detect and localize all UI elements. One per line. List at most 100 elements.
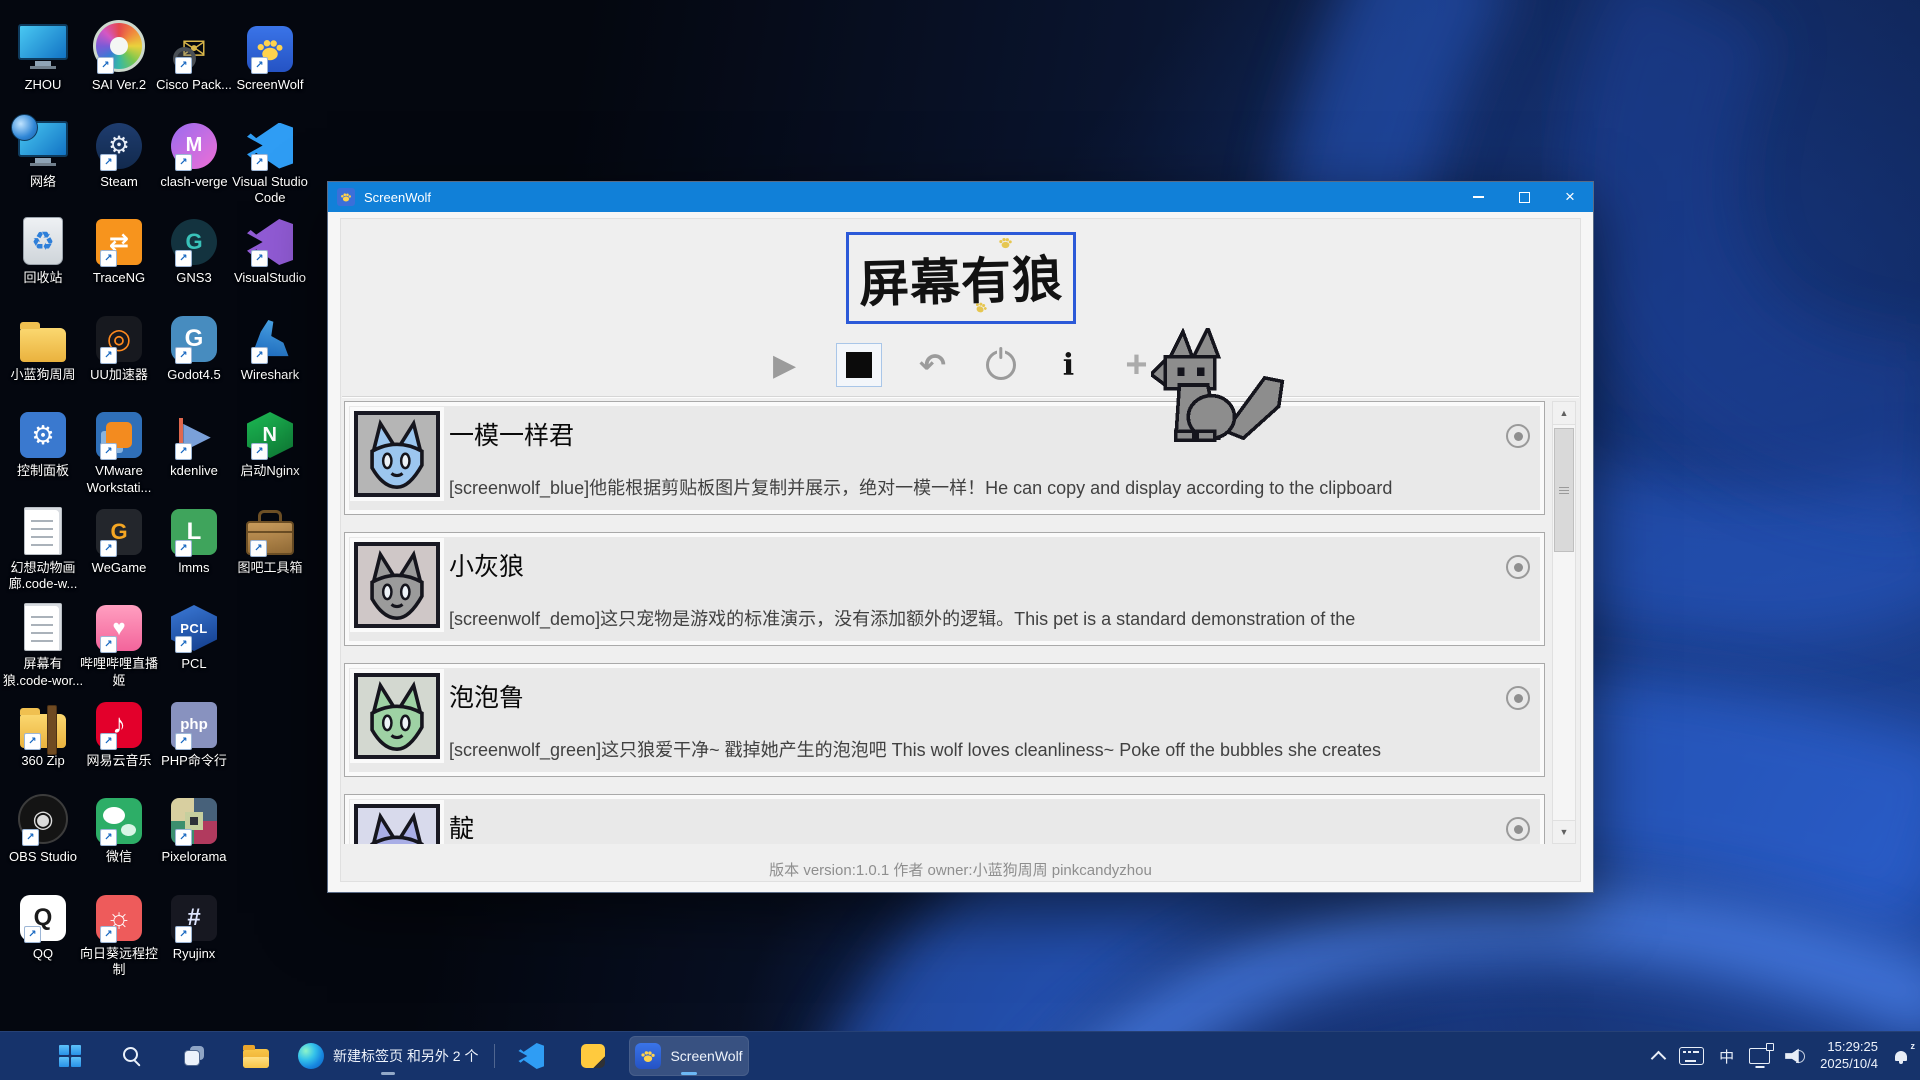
scrollbar-thumb[interactable] <box>1554 428 1574 552</box>
pet-select-radio[interactable] <box>1506 555 1530 579</box>
edge-taskbar-button[interactable]: 新建标签页 和另外 2 个 <box>292 1036 484 1076</box>
desktop-icon-wegame[interactable]: G↗WeGame <box>76 497 162 577</box>
volume-icon[interactable] <box>1785 1048 1805 1064</box>
add-button[interactable]: + <box>1120 343 1154 387</box>
desktop-icon-bilibili-live[interactable]: ♥↗哔哩哔哩直播姬 <box>76 593 162 690</box>
desktop-icon-screenwolf[interactable]: ↗ScreenWolf <box>227 14 313 94</box>
desktop-icon-lmms[interactable]: L↗lmms <box>151 497 237 577</box>
desktop-icon-vscode[interactable]: ↗Visual Studio Code <box>227 111 313 208</box>
minimize-button[interactable] <box>1455 182 1501 212</box>
ime-indicator[interactable]: 中 <box>1719 1046 1734 1067</box>
desktop-icon-tuba-toolbox[interactable]: ↗图吧工具箱 <box>227 497 313 577</box>
pet-select-radio[interactable] <box>1506 424 1530 448</box>
close-button[interactable]: × <box>1547 182 1593 212</box>
desktop-icon-fantasy-gallery-workspace[interactable]: 幻想动物画廊.code-w... <box>0 497 86 594</box>
desktop-icon-traceng[interactable]: ⇄↗TraceNG <box>76 207 162 287</box>
task-view-button[interactable] <box>168 1036 220 1076</box>
pet-description: [screenwolf_green]这只狼爱干净~ 戳掉她产生的泡泡吧 This… <box>449 736 1508 762</box>
desktop-icon-godot[interactable]: G↗Godot4.5 <box>151 304 237 384</box>
scroll-up-button[interactable]: ▲ <box>1553 402 1575 425</box>
desktop-icon-network[interactable]: 网络 <box>0 111 86 191</box>
pet-description: [screenwolf_demo]这只宠物是游戏的标准演示，没有添加额外的逻辑。… <box>449 605 1508 631</box>
pet-name: 靛 <box>449 809 474 844</box>
screenwolf-taskbar-button[interactable]: ScreenWolf <box>629 1036 748 1076</box>
desktop-icon-label: 网易云音乐 <box>86 753 151 770</box>
tray-chevron-up-icon[interactable] <box>1651 1051 1667 1067</box>
desktop-icon-recycle-bin[interactable]: ♻回收站 <box>0 207 86 287</box>
window-titlebar[interactable]: ScreenWolf × <box>328 182 1593 212</box>
desktop-icon-label: Wireshark <box>241 367 300 384</box>
search-button[interactable] <box>106 1036 158 1076</box>
desktop-icon-xiaolangou-folder[interactable]: 小蓝狗周周 <box>0 304 86 384</box>
pet-row[interactable]: 泡泡鲁 [screenwolf_green]这只狼爱干净~ 戳掉她产生的泡泡吧 T… <box>344 663 1545 777</box>
desktop-icon-label: QQ <box>33 946 53 963</box>
info-button[interactable]: i <box>1052 343 1086 387</box>
undo-button[interactable]: ↶ <box>916 343 950 387</box>
shortcut-arrow-icon: ↗ <box>175 57 192 74</box>
desktop-icon-sai[interactable]: ↗SAI Ver.2 <box>76 14 162 94</box>
start-button[interactable] <box>44 1036 96 1076</box>
desktop-icon-wireshark[interactable]: ↗ Wireshark <box>227 304 313 384</box>
desktop-icon-wechat[interactable]: ↗微信 <box>76 786 162 866</box>
desktop-icon-cisco-packet-tracer[interactable]: ✉↗Cisco Pack... <box>151 14 237 94</box>
desktop-icon-label: 360 Zip <box>21 753 64 770</box>
pet-row[interactable]: 小灰狼[screenwolf_demo]这只宠物是游戏的标准演示，没有添加额外的… <box>344 532 1545 646</box>
file-explorer-button[interactable] <box>230 1036 282 1076</box>
vscode-taskbar-button[interactable] <box>505 1036 557 1076</box>
desktop-icon-gns3[interactable]: G↗GNS3 <box>151 207 237 287</box>
desktop-icon-vmware-workstation[interactable]: ↗VMware Workstati... <box>76 400 162 497</box>
desktop-icon-zhou[interactable]: ZHOU <box>0 14 86 94</box>
desktop-icon-control-panel[interactable]: ⚙控制面板 <box>0 400 86 480</box>
play-button[interactable]: ▶ <box>768 343 802 387</box>
desktop-icon-360-zip[interactable]: ↗ 360 Zip <box>0 690 86 770</box>
desktop-icon-nginx-start[interactable]: N↗启动Nginx <box>227 400 313 480</box>
power-button[interactable] <box>984 343 1018 387</box>
touch-keyboard-icon[interactable] <box>1679 1047 1704 1065</box>
desktop-icon-php-cli[interactable]: php↗PHP命令行 <box>151 690 237 770</box>
screenwolf-paw-icon <box>337 188 355 206</box>
wireshark-icon: ↗ <box>247 304 293 362</box>
desktop-icon-qq[interactable]: Q↗QQ <box>0 883 86 963</box>
desktop-icon-clash-verge[interactable]: M↗clash-verge <box>151 111 237 191</box>
desktop-icon-pixelorama[interactable]: ↗Pixelorama <box>151 786 237 866</box>
shortcut-arrow-icon: ↗ <box>97 57 114 74</box>
desktop-icon-screenwolf-workspace[interactable]: 屏幕有狼.code-wor... <box>0 593 86 690</box>
shortcut-arrow-icon: ↗ <box>100 733 117 750</box>
desktop-icon-label: 屏幕有狼.code-wor... <box>0 656 86 690</box>
stop-button[interactable] <box>836 343 882 387</box>
pet-select-radio[interactable] <box>1506 817 1530 841</box>
shortcut-arrow-icon: ↗ <box>24 733 41 750</box>
pet-row[interactable]: 一模一样君[screenwolf_blue]他能根据剪贴板图片复制并展示，绝对一… <box>344 401 1545 515</box>
taskbar: 新建标签页 和另外 2 个 ScreenWolf 中 15:29:25 2025… <box>0 1031 1920 1080</box>
desktop-icon-ryujinx[interactable]: #↗Ryujinx <box>151 883 237 963</box>
clock[interactable]: 15:29:25 2025/10/4 <box>1820 1039 1878 1073</box>
desktop-icon-label: 网络 <box>30 174 56 191</box>
desktop-icon-obs-studio[interactable]: ◉↗OBS Studio <box>0 786 86 866</box>
desktop-icon-kdenlive[interactable]: ▶↗kdenlive <box>151 400 237 480</box>
pet-name: 泡泡鲁 <box>449 678 524 714</box>
desktop-icon-uu-booster[interactable]: ◎↗UU加速器 <box>76 304 162 384</box>
bilibili-live-icon: ♥↗ <box>96 593 142 651</box>
desktop-icon-label: WeGame <box>92 560 147 577</box>
network-icon[interactable] <box>1749 1048 1770 1064</box>
scrollbar[interactable]: ▲ ▼ <box>1552 401 1576 844</box>
sunlogin-icon: ☼↗ <box>96 883 142 941</box>
pet-select-radio[interactable] <box>1506 686 1530 710</box>
desktop-icon-pcl[interactable]: PCL↗PCL <box>151 593 237 673</box>
vscode-icon <box>518 1043 544 1069</box>
windows-logo-icon <box>59 1045 81 1067</box>
shortcut-arrow-icon: ↗ <box>100 443 117 460</box>
desktop-icon-sunlogin[interactable]: ☼↗向日葵远程控制 <box>76 883 162 980</box>
shortcut-arrow-icon: ↗ <box>175 250 192 267</box>
desktop-icon-label: UU加速器 <box>90 367 148 384</box>
pet-row[interactable]: 靛 <box>344 794 1545 844</box>
shortcut-arrow-icon: ↗ <box>100 829 117 846</box>
scroll-down-button[interactable]: ▼ <box>1553 820 1575 843</box>
desktop-icon-visualstudio[interactable]: ↗VisualStudio <box>227 207 313 287</box>
notes-taskbar-button[interactable] <box>567 1036 619 1076</box>
focus-assist-bell-icon[interactable]: z <box>1893 1048 1910 1065</box>
shortcut-arrow-icon: ↗ <box>100 540 117 557</box>
desktop-icon-netease-music[interactable]: ♪↗网易云音乐 <box>76 690 162 770</box>
desktop-icon-steam[interactable]: ⚙↗Steam <box>76 111 162 191</box>
maximize-button[interactable] <box>1501 182 1547 212</box>
